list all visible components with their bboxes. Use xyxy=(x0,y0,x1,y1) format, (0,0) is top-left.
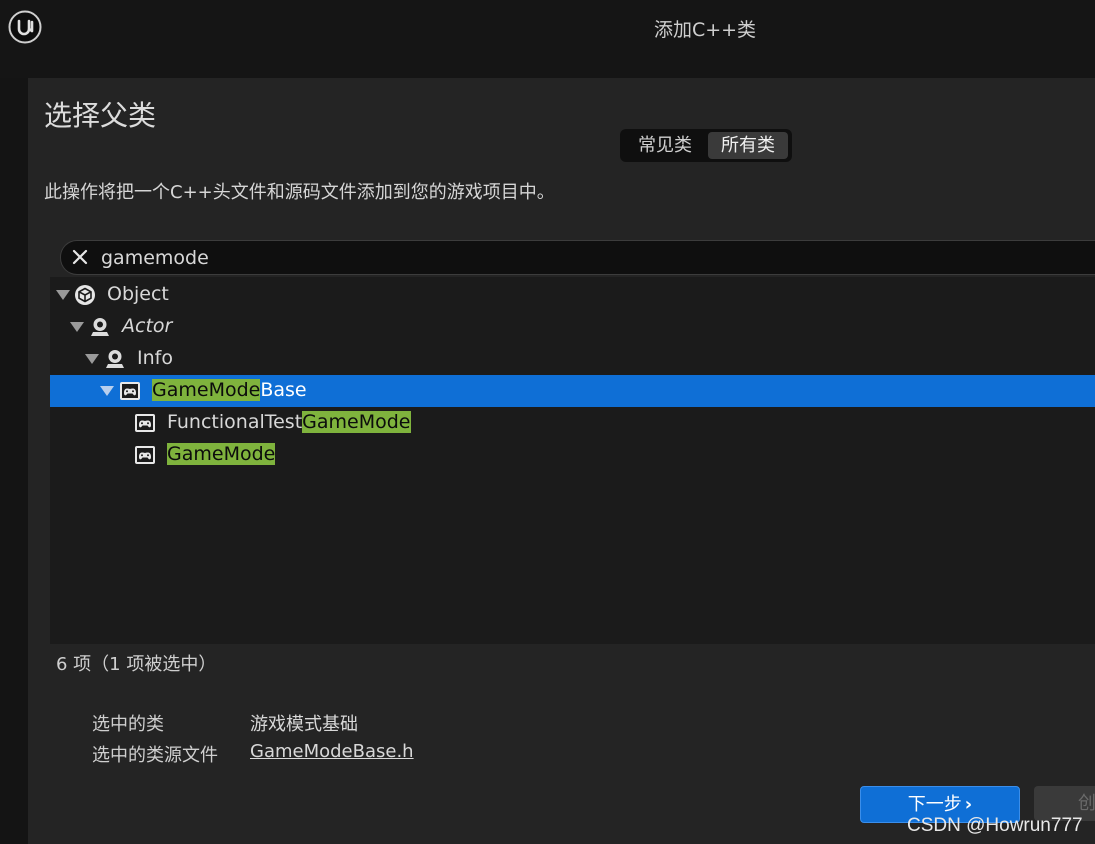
gamemode-class-icon xyxy=(120,382,140,400)
page-title: 选择父类 xyxy=(44,99,157,132)
search-match-highlight: GameMode xyxy=(167,443,276,465)
window-edge xyxy=(0,78,28,844)
expand-arrow-icon[interactable] xyxy=(70,321,84,333)
object-class-icon xyxy=(75,285,95,305)
tree-label-actor: Actor xyxy=(122,315,173,337)
gamemode-class-icon xyxy=(135,414,155,432)
selected-source-link[interactable]: GameModeBase.h xyxy=(250,741,414,762)
selected-source-label: 选中的类源文件 xyxy=(92,745,218,766)
expand-arrow-icon[interactable] xyxy=(56,289,70,301)
title-bar: 添加C++类 xyxy=(0,0,1095,78)
tree-row-object[interactable]: Object xyxy=(50,279,1095,311)
tree-row-gamemodebase[interactable]: GameModeBase xyxy=(50,375,1095,407)
tree-label-info: Info xyxy=(137,347,173,369)
item-count: 6 项（1 项被选中） xyxy=(56,654,217,675)
tree-row-gamemode[interactable]: GameMode xyxy=(50,439,1095,471)
actor-class-icon xyxy=(91,318,109,336)
close-icon[interactable] xyxy=(70,247,90,267)
tree-label-prefix: FunctionalTest xyxy=(167,411,303,433)
search-box xyxy=(60,240,1095,275)
tree-label-object: Object xyxy=(107,283,169,305)
tree-row-actor[interactable]: Actor xyxy=(50,311,1095,343)
window-title: 添加C++类 xyxy=(653,19,757,41)
dialog-description: 此操作将把一个C++头文件和源码文件添加到您的游戏项目中。 xyxy=(44,182,555,203)
expand-arrow-icon[interactable] xyxy=(85,353,99,365)
tab-all-classes[interactable]: 所有类 xyxy=(708,132,788,159)
watermark: CSDN @Howrun777 xyxy=(907,815,1083,836)
search-match-highlight: GameMode xyxy=(152,379,261,401)
next-button-label: 下一步 xyxy=(907,794,962,815)
class-filter-toggle: 常见类 所有类 xyxy=(620,129,792,162)
actor-class-icon xyxy=(106,350,124,368)
selected-class-label: 选中的类 xyxy=(92,714,164,735)
tab-common-classes[interactable]: 常见类 xyxy=(624,132,706,159)
tree-label-suffix: Base xyxy=(260,379,307,401)
tree-row-functionaltestgamemode[interactable]: FunctionalTestGameMode xyxy=(50,407,1095,439)
search-input[interactable] xyxy=(99,245,1093,271)
dialog-panel: 选择父类 常见类 所有类 此操作将把一个C++头文件和源码文件添加到您的游戏项目… xyxy=(28,78,1095,844)
chevron-right-icon: › xyxy=(964,794,973,815)
create-button-label: 创 xyxy=(1078,793,1095,814)
tree-row-info[interactable]: Info xyxy=(50,343,1095,375)
expand-arrow-icon[interactable] xyxy=(100,385,114,397)
search-match-highlight: GameMode xyxy=(302,411,411,433)
class-tree: Object Actor Info GameModeBase Functiona… xyxy=(50,277,1095,644)
tree-label-gamemodebase: GameModeBase xyxy=(152,379,307,401)
tree-label-gamemode: GameMode xyxy=(167,443,276,465)
tree-label-functionaltestgamemode: FunctionalTestGameMode xyxy=(167,411,411,433)
gamemode-class-icon xyxy=(135,446,155,464)
selected-class-value: 游戏模式基础 xyxy=(250,714,358,735)
